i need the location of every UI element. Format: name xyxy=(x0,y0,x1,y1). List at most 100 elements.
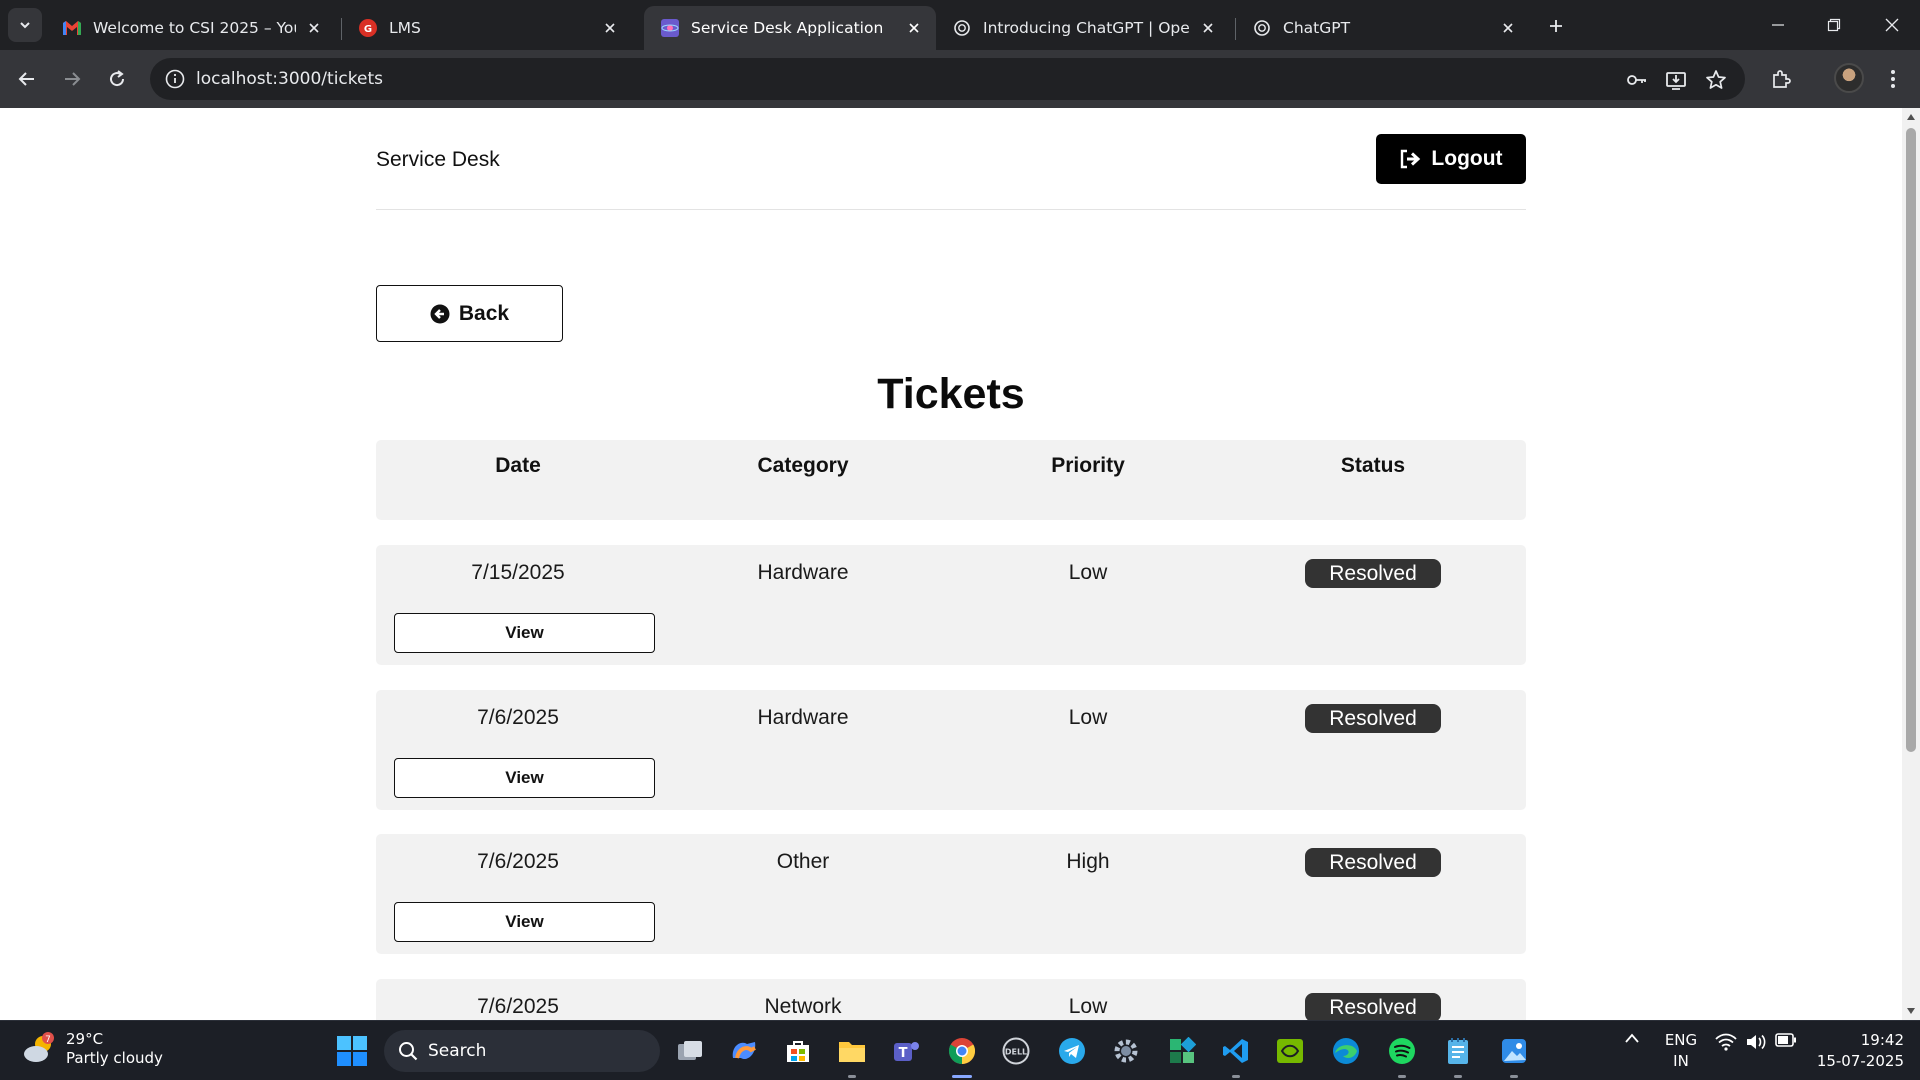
scroll-down-icon[interactable] xyxy=(1906,1006,1916,1016)
scroll-up-icon[interactable] xyxy=(1906,112,1916,122)
telegram-icon[interactable] xyxy=(1054,1033,1090,1069)
close-window-button[interactable] xyxy=(1872,10,1912,40)
weather-alert-count: 7 xyxy=(45,1035,51,1045)
tab-search-button[interactable] xyxy=(8,8,42,42)
status-badge: Resolved xyxy=(1305,704,1441,733)
browser-menu-button[interactable] xyxy=(1878,64,1908,94)
app-brand[interactable]: Service Desk xyxy=(376,148,500,172)
close-tab-icon[interactable] xyxy=(904,18,924,38)
profile-avatar[interactable] xyxy=(1834,63,1864,93)
forward-nav-button[interactable] xyxy=(57,64,87,94)
file-explorer-icon[interactable] xyxy=(834,1033,870,1078)
status-badge: Resolved xyxy=(1305,848,1441,877)
table-row: 7/15/2025 Hardware Low Resolved View xyxy=(376,545,1526,665)
restore-button[interactable] xyxy=(1814,10,1854,40)
ticket-priority: Low xyxy=(1068,995,1108,1018)
ticket-category: Other xyxy=(776,850,830,873)
close-icon xyxy=(1885,18,1899,32)
tab-title: LMS xyxy=(389,19,421,37)
bookmark-star-icon[interactable] xyxy=(1703,67,1729,93)
ticket-status: Resolved xyxy=(1231,848,1515,877)
browser-tab-chatgpt[interactable]: ChatGPT xyxy=(1236,6,1530,50)
puzzle-icon xyxy=(1773,70,1791,88)
photos-icon[interactable] xyxy=(1496,1033,1532,1078)
tab-title: Welcome to CSI 2025 – Your LM xyxy=(93,19,296,37)
more-vertical-icon xyxy=(1891,70,1895,88)
task-view-icon[interactable] xyxy=(672,1033,708,1069)
language-code: ENG xyxy=(1664,1031,1698,1049)
arrow-left-icon xyxy=(18,72,34,86)
page-title: Tickets xyxy=(877,370,1025,418)
settings-gear-icon[interactable] xyxy=(1108,1033,1144,1069)
weather-widget[interactable]: 7 29°C Partly cloudy xyxy=(22,1030,163,1068)
search-icon xyxy=(399,1042,418,1061)
windows-start-icon[interactable] xyxy=(336,1035,368,1067)
back-button[interactable]: Back xyxy=(376,285,563,342)
widgets-icon[interactable] xyxy=(1164,1033,1200,1069)
reload-button[interactable] xyxy=(102,64,132,94)
vscode-icon[interactable] xyxy=(1218,1033,1254,1078)
password-key-icon[interactable] xyxy=(1624,67,1650,93)
show-hidden-icons-button[interactable] xyxy=(1620,1033,1644,1043)
svg-text:T: T xyxy=(899,1046,908,1061)
system-clock[interactable]: 19:42 15-07-2025 xyxy=(1812,1030,1904,1072)
logout-button[interactable]: Logout xyxy=(1376,134,1526,184)
chrome-icon[interactable] xyxy=(944,1033,980,1078)
column-header-priority: Priority xyxy=(1051,454,1125,477)
install-app-icon[interactable] xyxy=(1663,67,1689,93)
address-bar[interactable]: localhost:3000/tickets xyxy=(150,58,1745,100)
scroll-thumb[interactable] xyxy=(1906,128,1916,752)
edge-icon[interactable] xyxy=(1328,1033,1364,1069)
new-tab-button[interactable] xyxy=(1542,12,1570,40)
ticket-date: 7/6/2025 xyxy=(477,995,559,1018)
nvidia-icon[interactable] xyxy=(1272,1033,1308,1069)
column-header-category: Category xyxy=(757,454,849,477)
tab-title: Service Desk Application xyxy=(691,19,884,37)
taskbar-search[interactable]: Search xyxy=(384,1030,660,1072)
view-ticket-button[interactable]: View xyxy=(394,758,655,798)
back-nav-button[interactable] xyxy=(12,64,42,94)
close-tab-icon[interactable] xyxy=(1198,18,1218,38)
arrow-right-icon xyxy=(65,72,81,86)
browser-tab-strip: Welcome to CSI 2025 – Your LM G LMS Serv… xyxy=(0,0,1920,50)
windows-taskbar: 7 29°C Partly cloudy Search T DELL ENG I… xyxy=(0,1020,1920,1080)
browser-tab-openai[interactable]: Introducing ChatGPT | OpenAI xyxy=(936,6,1230,50)
spotify-icon[interactable] xyxy=(1384,1033,1420,1078)
dell-icon[interactable]: DELL xyxy=(998,1033,1034,1069)
header-divider xyxy=(376,209,1526,210)
chevron-up-icon xyxy=(1625,1033,1639,1043)
microsoft-store-icon[interactable] xyxy=(780,1033,816,1069)
language-indicator[interactable]: ENG IN xyxy=(1664,1030,1698,1072)
search-placeholder: Search xyxy=(428,1041,487,1061)
close-tab-icon[interactable] xyxy=(600,18,620,38)
teams-icon[interactable]: T xyxy=(888,1033,924,1069)
extensions-button[interactable] xyxy=(1766,64,1796,94)
wifi-icon[interactable] xyxy=(1714,1033,1738,1051)
browser-tab-lms[interactable]: G LMS xyxy=(342,6,632,50)
close-tab-icon[interactable] xyxy=(1498,18,1518,38)
running-indicator xyxy=(1232,1075,1240,1078)
svg-text:DELL: DELL xyxy=(1005,1048,1027,1057)
status-badge: Resolved xyxy=(1305,993,1441,1020)
restore-icon xyxy=(1827,18,1841,32)
ticket-date: 7/6/2025 xyxy=(477,706,559,729)
browser-tab-gmail[interactable]: Welcome to CSI 2025 – Your LM xyxy=(46,6,336,50)
react-app-icon xyxy=(660,18,680,38)
site-info-icon[interactable] xyxy=(164,68,186,90)
column-header-date: Date xyxy=(495,454,541,477)
view-ticket-button[interactable]: View xyxy=(394,613,655,653)
column-header-status: Status xyxy=(1340,454,1406,477)
close-tab-icon[interactable] xyxy=(304,18,324,38)
clock-date: 15-07-2025 xyxy=(1816,1052,1904,1070)
copilot-icon[interactable] xyxy=(726,1033,762,1069)
browser-tab-service-desk[interactable]: Service Desk Application xyxy=(644,6,936,50)
reload-icon xyxy=(110,70,125,87)
view-ticket-button[interactable]: View xyxy=(394,902,655,942)
minimize-button[interactable] xyxy=(1758,10,1798,40)
page-scrollbar[interactable] xyxy=(1902,108,1920,1020)
running-indicator xyxy=(848,1075,856,1078)
volume-icon[interactable] xyxy=(1744,1033,1768,1051)
back-label: Back xyxy=(458,301,510,325)
notepad-icon[interactable] xyxy=(1440,1033,1476,1078)
battery-icon[interactable] xyxy=(1774,1033,1798,1047)
